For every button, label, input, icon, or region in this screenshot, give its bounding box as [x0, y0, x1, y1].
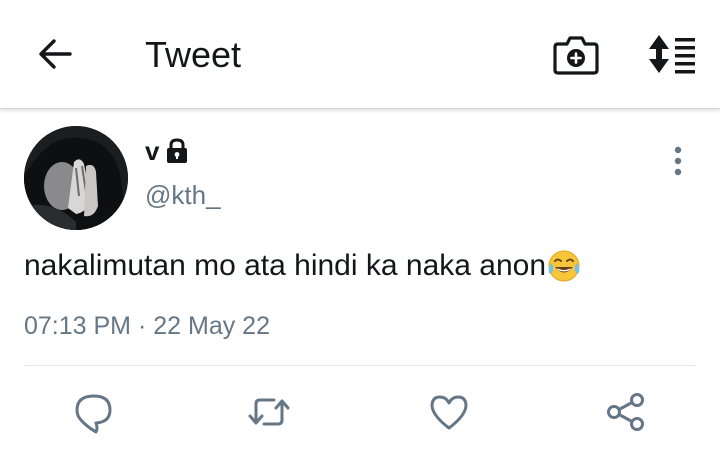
more-vertical-icon [664, 144, 692, 178]
back-button[interactable] [34, 34, 78, 74]
tweet-body: nakalimutan mo ata hindi ka naka anon [24, 248, 582, 284]
author-row: v [145, 136, 189, 166]
sort-list-icon [645, 32, 699, 76]
tweet-date: 22 May 22 [153, 312, 270, 340]
share-button[interactable] [604, 390, 648, 434]
top-app-bar: Tweet [0, 0, 720, 109]
sort-button[interactable] [645, 32, 699, 76]
user-handle[interactable]: @kth_ [145, 180, 221, 211]
lock-icon [165, 138, 189, 164]
reply-button[interactable] [72, 390, 116, 434]
reply-bubble-icon [72, 390, 116, 434]
retweet-button[interactable] [247, 390, 291, 434]
camera-add-icon [553, 32, 599, 76]
camera-button[interactable] [553, 32, 599, 76]
tweet-timestamp: 07:13 PM · 22 May 22 [24, 312, 270, 341]
heart-icon [427, 390, 471, 434]
avatar[interactable] [24, 126, 128, 230]
like-button[interactable] [427, 390, 471, 434]
page-title: Tweet [145, 34, 242, 75]
retweet-icon [247, 390, 291, 434]
more-options-button[interactable] [664, 144, 692, 178]
timestamp-separator: · [131, 312, 154, 340]
display-name[interactable]: v [145, 136, 159, 167]
divider [24, 365, 696, 366]
tears-of-joy-emoji-icon [546, 248, 582, 284]
share-icon [604, 390, 648, 434]
tweet-text: nakalimutan mo ata hindi ka naka anon [24, 249, 547, 282]
tweet-time: 07:13 PM [24, 312, 132, 340]
arrow-left-icon [34, 34, 78, 74]
